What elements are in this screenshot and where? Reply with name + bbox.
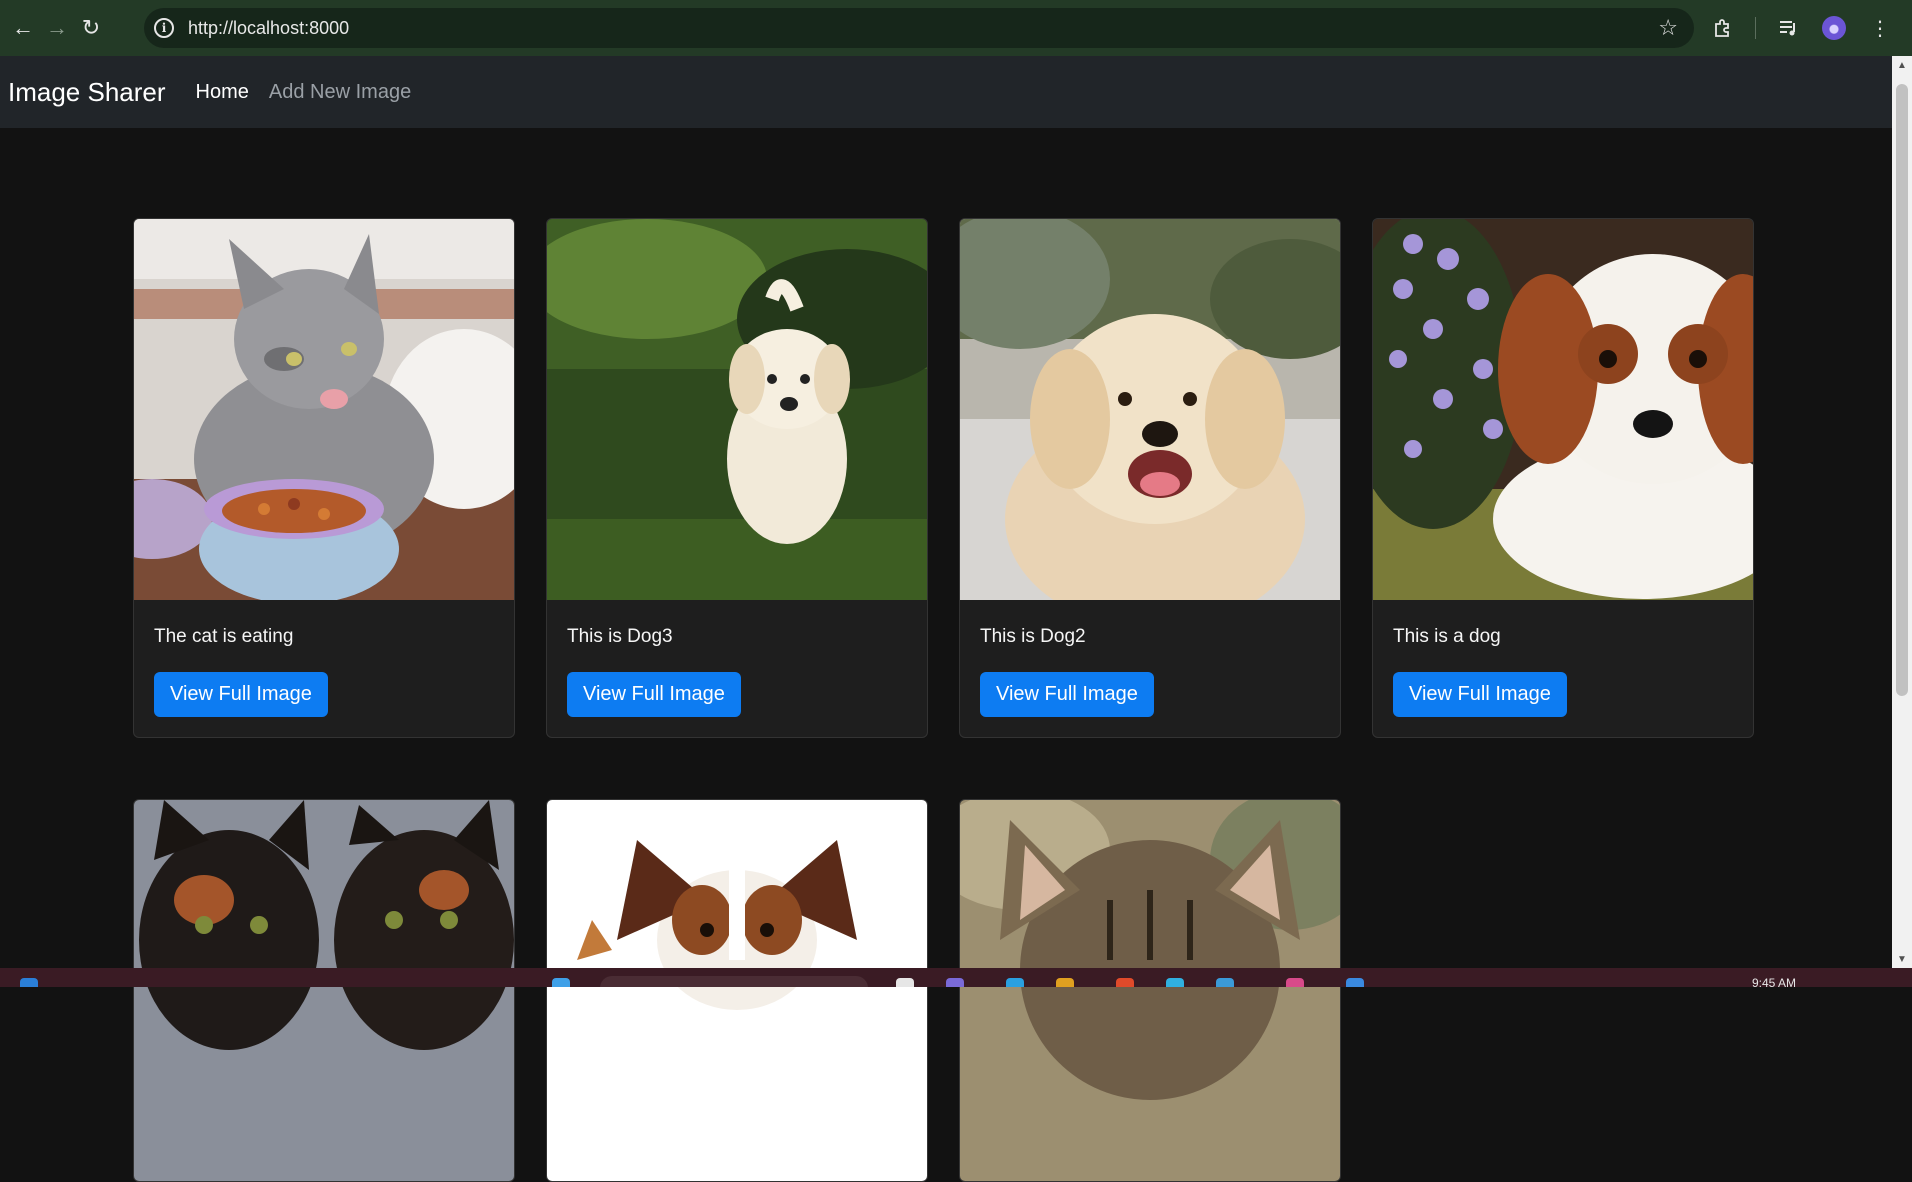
scroll-down-icon[interactable]: ▼ — [1892, 952, 1912, 968]
image-card — [133, 799, 515, 1182]
reload-icon[interactable]: ↻ — [80, 15, 102, 40]
page-scrollbar[interactable]: ▲ ▼ — [1892, 56, 1912, 968]
address-bar[interactable]: i http://localhost:8000 ☆ — [144, 8, 1694, 48]
brand-logo[interactable]: Image Sharer — [8, 77, 166, 108]
card-image[interactable] — [960, 800, 1340, 1181]
card-caption: The cat is eating — [154, 626, 294, 647]
card-image[interactable] — [960, 219, 1340, 600]
image-card: This is Dog3 View Full Image — [546, 218, 928, 738]
card-image[interactable] — [134, 219, 514, 600]
taskbar-app-icon[interactable] — [1346, 978, 1364, 987]
os-taskbar: 9:45 AM — [0, 968, 1912, 987]
bookmark-star-icon[interactable]: ☆ — [1658, 15, 1678, 41]
scrollbar-thumb[interactable] — [1896, 84, 1908, 696]
site-info-icon[interactable]: i — [154, 18, 174, 38]
taskbar-app-icon[interactable] — [1216, 978, 1234, 987]
url-text[interactable]: http://localhost:8000 — [188, 18, 349, 39]
image-card: The cat is eating View Full Image — [133, 218, 515, 738]
taskbar-search[interactable] — [600, 976, 868, 987]
card-image[interactable] — [1373, 219, 1753, 600]
image-card: This is a dog View Full Image — [1372, 218, 1754, 738]
menu-kebab-icon[interactable]: ⋮ — [1866, 14, 1894, 42]
view-full-image-button[interactable]: View Full Image — [1393, 672, 1567, 717]
view-full-image-button[interactable]: View Full Image — [154, 672, 328, 717]
card-image[interactable] — [547, 800, 927, 1181]
view-full-image-button[interactable]: View Full Image — [980, 672, 1154, 717]
toolbar-divider — [1755, 17, 1756, 39]
taskbar-app-icon[interactable] — [1056, 978, 1074, 987]
taskbar-app-icon[interactable] — [1286, 978, 1304, 987]
card-caption: This is Dog2 — [980, 626, 1086, 647]
profile-avatar[interactable] — [1820, 14, 1848, 42]
image-card: This is Dog2 View Full Image — [959, 218, 1341, 738]
forward-icon[interactable]: → — [46, 15, 68, 40]
taskbar-app-icon[interactable] — [896, 978, 914, 987]
taskbar-app-icon[interactable] — [1116, 978, 1134, 987]
view-full-image-button[interactable]: View Full Image — [567, 672, 741, 717]
card-caption: This is Dog3 — [567, 626, 673, 647]
app-navbar: Image Sharer Home Add New Image — [0, 56, 1892, 128]
taskbar-app-icon[interactable] — [1166, 978, 1184, 987]
extensions-icon[interactable] — [1709, 14, 1737, 42]
taskbar-clock[interactable]: 9:45 AM — [1752, 976, 1796, 987]
taskbar-app-icon[interactable] — [1006, 978, 1024, 987]
widgets-icon[interactable] — [552, 978, 570, 987]
media-controls-icon[interactable] — [1774, 14, 1802, 42]
browser-toolbar: ← → ↻ i http://localhost:8000 ☆ ⋮ — [0, 0, 1912, 56]
taskbar-app-icon[interactable] — [946, 978, 964, 987]
card-image[interactable] — [134, 800, 514, 1181]
image-card — [959, 799, 1341, 1182]
card-caption: This is a dog — [1393, 626, 1501, 647]
card-image[interactable] — [547, 219, 927, 600]
browser-actions: ⋮ — [1709, 0, 1912, 56]
nav-link-add-new-image[interactable]: Add New Image — [269, 81, 411, 104]
back-icon[interactable]: ← — [12, 15, 34, 40]
scroll-up-icon[interactable]: ▲ — [1892, 58, 1912, 74]
start-icon[interactable] — [20, 978, 38, 987]
nav-link-home[interactable]: Home — [196, 81, 249, 104]
image-card — [546, 799, 928, 1182]
